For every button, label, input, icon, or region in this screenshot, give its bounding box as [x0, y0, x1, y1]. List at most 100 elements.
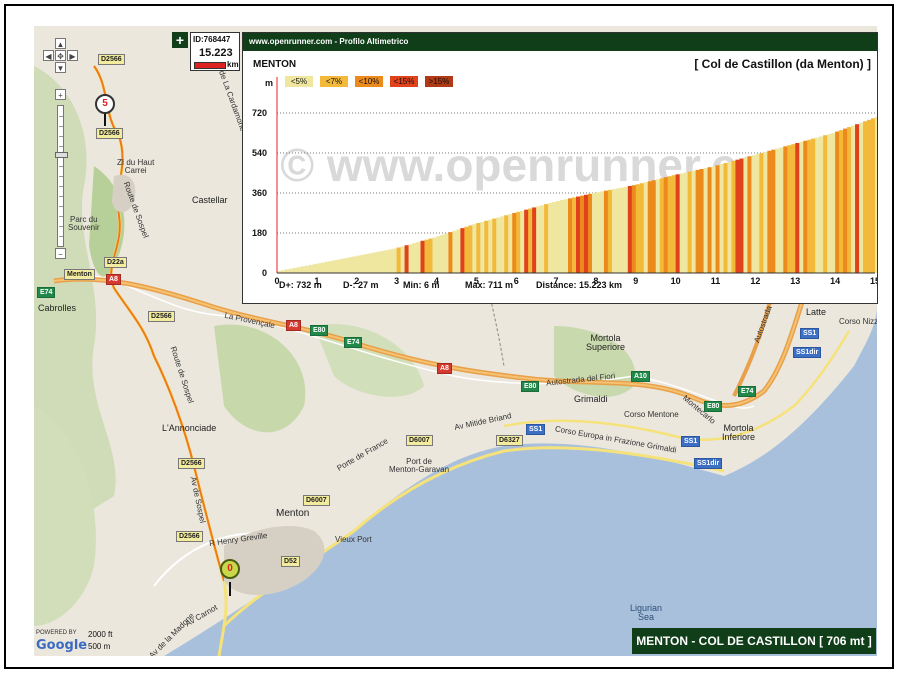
stat-max: Max: 711 m: [465, 280, 514, 290]
pan-down-button[interactable]: ▼: [55, 62, 66, 73]
road-shield: E74: [37, 287, 56, 298]
y-tick-label: 360: [252, 188, 267, 198]
profile-segment: [875, 116, 877, 273]
profile-segment: [528, 208, 533, 273]
road-shield: A10: [631, 371, 650, 382]
road-shield: D2566: [96, 128, 123, 139]
zoom-out-button[interactable]: −: [55, 248, 66, 259]
profile-segment: [771, 149, 776, 273]
profile-segment: [464, 226, 469, 273]
pan-right-button[interactable]: ▶: [67, 50, 78, 61]
profile-segment: [803, 140, 808, 273]
place-label: Vieux Port: [335, 535, 372, 544]
profile-segment: [404, 245, 409, 273]
profile-segment: [452, 230, 457, 273]
profile-segment: [296, 267, 302, 273]
road-label: Corso Nizza: [839, 317, 877, 326]
profile-segment: [400, 246, 405, 273]
profile-segment: [659, 178, 665, 273]
zoom-slider[interactable]: [55, 105, 68, 247]
google-logo: Google: [36, 638, 88, 653]
profile-segment: [683, 172, 689, 273]
profile-segment: [336, 259, 342, 273]
profile-segment: [615, 188, 621, 273]
y-tick-label: 180: [252, 228, 267, 238]
pan-left-button[interactable]: ◀: [43, 50, 54, 61]
distance-bar: [194, 62, 226, 69]
start-marker[interactable]: 0: [220, 559, 240, 579]
profile-segment: [791, 144, 796, 273]
profile-segment: [667, 176, 673, 273]
profile-segment: [312, 264, 318, 273]
road-shield: D2566: [98, 54, 125, 65]
road-shield: SS1dir: [793, 347, 822, 358]
profile-segment: [324, 261, 330, 273]
zoom-in-button[interactable]: +: [55, 89, 66, 100]
road-shield: SS1dir: [694, 458, 723, 469]
profile-segment: [292, 267, 298, 273]
x-tick-label: 3: [394, 276, 399, 286]
marker-pin: [229, 582, 231, 596]
profile-segment: [863, 121, 868, 273]
profile-segment: [420, 240, 425, 273]
profile-segment: [316, 263, 322, 273]
profile-segment: [544, 204, 549, 273]
profile-segment: [512, 213, 517, 273]
expand-button[interactable]: +: [172, 32, 188, 48]
profile-segment: [703, 168, 708, 273]
place-label: ZI du Haut Carrei: [117, 158, 155, 175]
profile-segment: [384, 250, 390, 273]
profile-segment: [440, 234, 445, 273]
profile-segment: [444, 233, 449, 273]
road-shield: E80: [521, 381, 540, 392]
profile-segment: [572, 197, 577, 273]
profile-segment: [564, 199, 569, 273]
profile-segment: [607, 189, 613, 273]
zoom-thumb[interactable]: [55, 152, 68, 158]
profile-segment: [436, 236, 441, 273]
profile-segment: [715, 165, 720, 273]
profile-segment: [524, 209, 529, 273]
place-label: Parc du Souvenir: [68, 215, 100, 232]
pan-up-button[interactable]: ▲: [55, 38, 66, 49]
profile-segment: [727, 161, 732, 273]
x-tick-label: 11: [711, 276, 721, 286]
profile-segment: [823, 135, 828, 273]
place-label: Grimaldi: [574, 394, 608, 404]
profile-segment: [468, 225, 473, 273]
x-tick-label: 14: [830, 276, 840, 286]
profile-segment: [488, 219, 493, 273]
profile-segment: [711, 166, 716, 273]
profile-segment: [755, 154, 760, 273]
profile-segment: [699, 169, 704, 273]
profile-segment: [591, 193, 597, 273]
profile-segment: [568, 198, 573, 273]
profile-segment: [352, 256, 358, 273]
profile-segment: [735, 159, 740, 273]
profile-segment: [627, 186, 633, 273]
profile-segment: [520, 210, 525, 273]
profile-segment: [651, 180, 657, 273]
profile-segment: [759, 153, 764, 273]
profile-segment: [284, 269, 290, 273]
powered-by-label: POWERED BY: [36, 630, 77, 636]
profile-segment: [739, 158, 744, 273]
profile-segment: [603, 190, 609, 273]
image-frame: ▲ ◀ ✥ ▶ ▼ + − D2566 D2566 D22a Menton A8…: [4, 4, 894, 669]
profile-segment: [763, 151, 768, 273]
profile-segment: [556, 201, 561, 273]
profile-segment: [456, 229, 461, 273]
profile-segment: [847, 127, 852, 273]
profile-segment: [827, 134, 832, 273]
profile-segment: [583, 194, 589, 273]
profile-segment: [719, 164, 724, 273]
profile-segment: [500, 216, 505, 273]
profile-segment: [532, 207, 537, 273]
road-label: Corso Mentone: [624, 410, 679, 419]
pan-center-button[interactable]: ✥: [55, 50, 66, 61]
profile-segment: [595, 192, 601, 273]
profile-segment: [396, 247, 401, 273]
km-marker-5[interactable]: 5: [95, 94, 115, 114]
profile-segment: [839, 130, 844, 273]
profile-segment: [655, 179, 661, 273]
